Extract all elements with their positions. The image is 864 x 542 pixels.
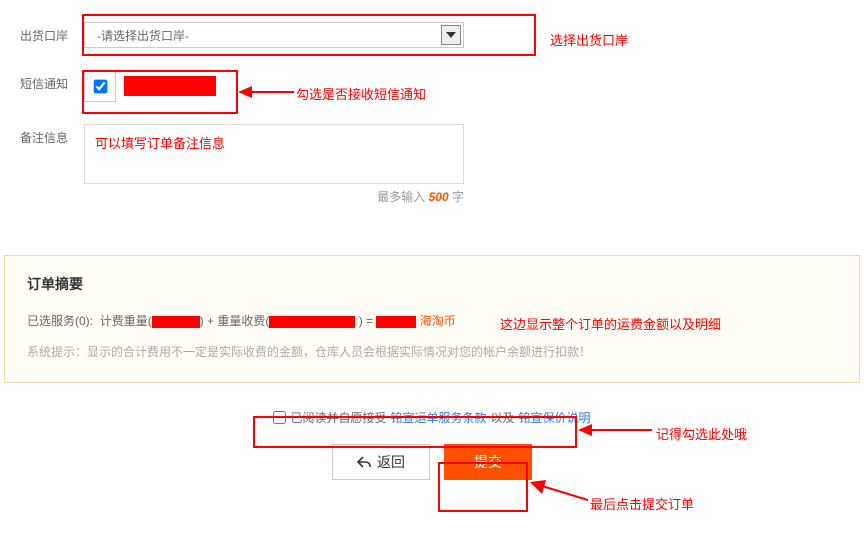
sms-checkbox[interactable] xyxy=(93,79,107,93)
anno-submit-arrow xyxy=(528,478,588,504)
sms-label: 短信通知 xyxy=(20,70,72,92)
anno-submit-text: 最后点击提交订单 xyxy=(590,494,694,513)
note-label: 备注信息 xyxy=(20,124,72,146)
port-label: 出货口岸 xyxy=(20,22,72,44)
anno-agree-text: 记得勾选此处哦 xyxy=(656,424,747,443)
back-button[interactable]: 返回 xyxy=(332,444,430,480)
terms-link[interactable]: 铭宣运单服务条款 xyxy=(390,409,486,426)
anno-port-text: 选择出货口岸 xyxy=(550,30,628,49)
anno-summary-text: 这边显示整个订单的运费金额以及明细 xyxy=(500,314,721,333)
port-placeholder: -请选择出货口岸- xyxy=(97,27,189,44)
sms-redacted xyxy=(124,76,216,96)
agreement-text1: 已阅读并自愿接受 xyxy=(290,409,386,426)
summary-tip: 系统提示：显示的合计费用不一定是实际收费的金额，仓库人员会根据实际情况对您的帐户… xyxy=(27,343,837,360)
back-arrow-icon xyxy=(357,456,371,468)
char-limit: 最多输入 500 字 xyxy=(84,188,464,205)
agreement-checkbox[interactable] xyxy=(273,411,286,424)
button-row: 返回 提交 xyxy=(0,444,864,480)
dropdown-icon[interactable] xyxy=(441,25,461,45)
port-select[interactable]: -请选择出货口岸- xyxy=(84,22,464,48)
sms-checkbox-wrap xyxy=(84,70,116,102)
note-textarea[interactable]: 可以填写订单备注信息 xyxy=(84,124,464,184)
order-summary: 订单摘要 已选服务(0): 计费重量() + 重量收费( ) = 海淘币 系统提… xyxy=(4,255,860,383)
summary-title: 订单摘要 xyxy=(27,274,837,294)
submit-button[interactable]: 提交 xyxy=(444,444,532,480)
insurance-link[interactable]: 铭宣保价说明 xyxy=(519,409,591,426)
agreement-text2: 以及 xyxy=(491,409,515,426)
anno-sms-text: 勾选是否接收短信通知 xyxy=(296,84,426,103)
